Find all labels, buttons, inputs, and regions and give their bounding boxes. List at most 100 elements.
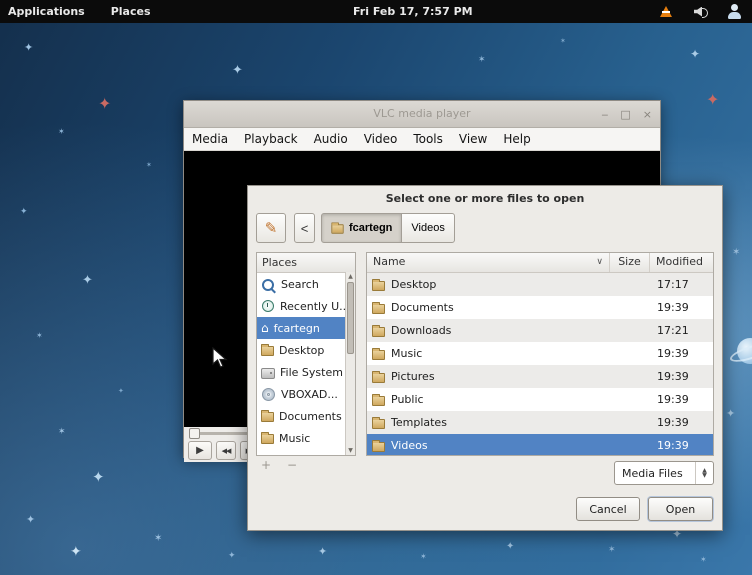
top-panel: Applications Places Fri Feb 17, 7:57 PM [0,0,752,23]
star-decoration [700,556,707,564]
cancel-button[interactable]: Cancel [576,497,640,521]
close-button[interactable]: × [643,108,652,121]
sidebar-scrollbar[interactable]: ▲ ▼ [345,272,355,455]
add-place-button[interactable]: + [258,458,274,472]
file-type-filter-value: Media Files [615,467,695,480]
file-row-downloads[interactable]: Downloads 17:21 [367,319,713,342]
scrollbar-thumb[interactable] [347,282,354,354]
vlc-titlebar[interactable]: VLC media player ‒ □ × [184,101,660,128]
scroll-down-icon[interactable]: ▼ [346,447,355,454]
sidebar-item-label: File System [280,366,343,379]
star-decoration [690,48,700,60]
column-modified[interactable]: Modified [649,253,713,272]
file-row-music[interactable]: Music 19:39 [367,342,713,365]
file-row-desktop[interactable]: Desktop 17:17 [367,273,713,296]
menu-audio[interactable]: Audio [306,128,356,150]
sidebar-item-music[interactable]: Music [257,427,355,449]
file-modified: 19:39 [649,370,713,383]
file-name: Desktop [391,278,436,291]
user-menu-icon[interactable] [726,4,742,20]
folder-icon [372,373,385,383]
star-decoration [706,92,719,108]
breadcrumb-home[interactable]: fcartegn [321,213,402,243]
open-button[interactable]: Open [648,497,713,521]
folder-icon [372,442,385,452]
folder-icon [372,419,385,429]
menu-video[interactable]: Video [356,128,406,150]
folder-icon [261,346,274,356]
star-decoration [92,470,105,485]
sidebar-item-home[interactable]: ⌂ fcartegn [257,317,355,339]
sidebar-item-filesystem[interactable]: File System [257,361,355,383]
folder-icon [372,304,385,314]
star-decoration [58,128,65,136]
file-row-public[interactable]: Public 19:39 [367,388,713,411]
menu-tools[interactable]: Tools [405,128,451,150]
type-filename-button[interactable]: ✎ [256,213,286,243]
star-decoration [154,534,162,544]
clock[interactable]: Fri Feb 17, 7:57 PM [353,0,473,23]
folder-icon [372,281,385,291]
star-decoration [726,408,735,419]
breadcrumb: fcartegn Videos [321,213,455,243]
file-type-filter[interactable]: Media Files ▲▼ [614,461,714,485]
folder-icon [372,350,385,360]
vlc-tray-icon[interactable] [660,6,672,17]
column-name[interactable]: Name ∨ [367,253,609,272]
scroll-up-icon[interactable]: ▲ [346,273,355,280]
file-list-header: Name ∨ Size Modified [367,253,713,273]
file-chooser-dialog: Select one or more files to open ✎ < fca… [247,185,723,531]
play-button[interactable]: ▶ [188,441,212,460]
star-decoration [732,248,740,258]
places-menu[interactable]: Places [111,5,151,18]
sidebar-item-documents[interactable]: Documents [257,405,355,427]
file-modified: 19:39 [649,393,713,406]
file-row-templates[interactable]: Templates 19:39 [367,411,713,434]
applications-menu[interactable]: Applications [8,5,85,18]
combo-arrows-icon: ▲▼ [695,462,713,484]
folder-icon [372,396,385,406]
sidebar-item-recent[interactable]: Recently U... [257,295,355,317]
volume-icon[interactable] [694,6,704,18]
back-button[interactable]: < [294,213,315,243]
file-modified: 19:39 [649,301,713,314]
sidebar-item-vboxadditions[interactable]: VBOXAD... [257,383,355,405]
file-name: Documents [391,301,454,314]
file-row-videos[interactable]: Videos 19:39 [367,434,713,456]
previous-button[interactable]: ◀◀ [216,441,236,460]
disc-icon [262,388,275,401]
star-decoration [506,542,514,552]
folder-icon [372,327,385,337]
menu-help[interactable]: Help [495,128,538,150]
places-sidebar: Places Search Recently U... ⌂ fcartegn D… [256,252,356,456]
file-name: Public [391,393,424,406]
file-row-documents[interactable]: Documents 19:39 [367,296,713,319]
menu-playback[interactable]: Playback [236,128,306,150]
star-decoration [20,208,28,217]
file-name: Music [391,347,422,360]
maximize-button[interactable]: □ [620,108,630,121]
system-tray [660,0,742,23]
menu-view[interactable]: View [451,128,495,150]
sidebar-item-desktop[interactable]: Desktop [257,339,355,361]
search-icon [262,279,274,291]
star-decoration [98,96,111,112]
file-modified: 17:21 [649,324,713,337]
column-size[interactable]: Size [609,253,649,272]
sidebar-item-search[interactable]: Search [257,273,355,295]
file-row-pictures[interactable]: Pictures 19:39 [367,365,713,388]
remove-place-button[interactable]: − [284,458,300,472]
breadcrumb-videos[interactable]: Videos [401,213,454,243]
minimize-button[interactable]: ‒ [601,108,608,121]
star-decoration [36,332,43,340]
drive-icon [261,368,275,379]
file-name: Videos [391,439,428,452]
star-decoration [608,546,616,555]
star-decoration [560,38,566,45]
sidebar-item-label: Documents [279,410,342,423]
star-decoration [318,546,327,557]
file-name: Downloads [391,324,451,337]
menu-media[interactable]: Media [184,128,236,150]
seek-handle[interactable] [189,428,200,439]
file-modified: 19:39 [649,416,713,429]
